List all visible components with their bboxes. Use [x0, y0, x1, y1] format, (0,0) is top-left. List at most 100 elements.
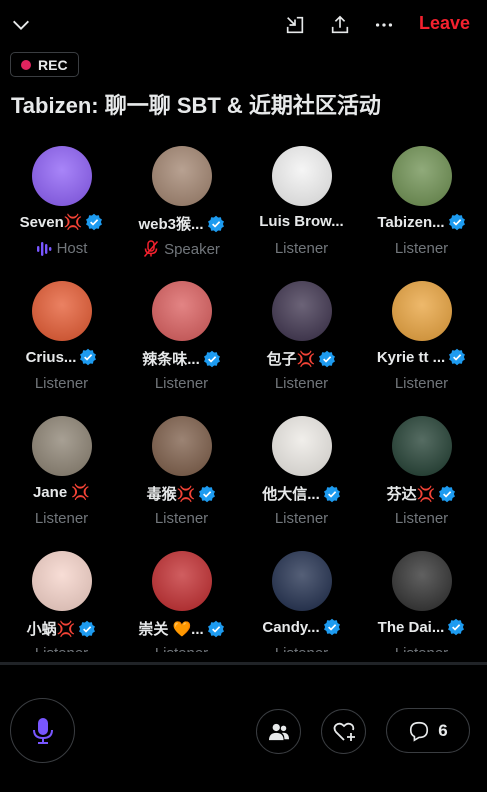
chevron-down-icon[interactable]	[8, 12, 34, 38]
participant-tile[interactable]: Kyrie tt ... Listener	[361, 277, 482, 412]
participant-role-row: Host	[1, 240, 122, 257]
participant-role: Listener	[34, 375, 89, 392]
participant-tile[interactable]: The Dai... Listener	[361, 547, 482, 652]
participant-tile[interactable]: 包子💢 Listener	[241, 277, 362, 412]
participant-tile[interactable]: 毒猴💢 Listener	[121, 412, 242, 547]
participant-role: Speaker	[164, 240, 220, 258]
participant-role: Listener	[35, 645, 88, 652]
verified-icon	[439, 485, 456, 502]
participant-tile[interactable]: 他大信... Listener	[241, 412, 362, 547]
share-icon[interactable]	[327, 12, 353, 38]
participant-tile[interactable]: 小蜗💢 Listener	[1, 547, 122, 652]
mic-icon	[32, 717, 53, 744]
space-title: Tabizen: 聊一聊 SBT & 近期社区活动	[11, 93, 381, 118]
people-button[interactable]	[256, 709, 301, 754]
verified-icon	[323, 485, 340, 502]
participant-tile[interactable]: Crius... Listener	[1, 277, 122, 412]
participant-role-row: Listener	[361, 645, 482, 652]
reaction-button[interactable]	[321, 709, 366, 754]
participant-role-row: Listener	[121, 510, 242, 527]
avatar[interactable]	[152, 281, 212, 341]
participant-role-row: Listener	[121, 645, 242, 652]
participant-role-row: Listener	[1, 645, 122, 652]
avatar[interactable]	[272, 146, 332, 206]
avatar[interactable]	[32, 146, 92, 206]
participant-name: 辣条味...	[142, 351, 200, 368]
avatar[interactable]	[32, 281, 92, 341]
participant-name-row: 包子💢	[241, 348, 362, 369]
participant-name-row: 小蜗💢	[1, 618, 122, 639]
participant-role: Listener	[394, 375, 449, 392]
leave-button[interactable]: Leave	[419, 13, 470, 34]
participant-tile[interactable]: 辣条味... Listener	[121, 277, 242, 412]
mic-button[interactable]	[10, 698, 75, 763]
participant-role-row: Listener	[361, 375, 482, 392]
participant-name: Kyrie tt ...	[376, 348, 446, 366]
avatar[interactable]	[152, 416, 212, 476]
participant-tile[interactable]: Luis Brow... Listener	[241, 142, 362, 277]
participant-name: Candy...	[262, 618, 320, 636]
verified-icon	[207, 620, 224, 637]
participant-tile[interactable]: 芬达💢 Listener	[361, 412, 482, 547]
participant-tile[interactable]: web3猴... Speaker	[121, 142, 242, 277]
verified-icon	[323, 618, 340, 636]
comment-count: 6	[438, 720, 448, 740]
verified-icon	[79, 620, 96, 637]
participant-name: 小蜗💢	[26, 621, 76, 638]
avatar[interactable]	[272, 416, 332, 476]
participant-name-row: 芬达💢	[361, 483, 482, 504]
avatar[interactable]	[32, 551, 92, 611]
avatar[interactable]	[272, 281, 332, 341]
participant-name: 崇关 🧡...	[138, 621, 204, 638]
minimize-icon[interactable]	[282, 12, 308, 38]
participant-name: web3猴...	[138, 216, 204, 233]
comments-button[interactable]: 6	[386, 708, 470, 753]
participant-tile[interactable]: Candy... Listener	[241, 547, 362, 652]
participant-name: 他大信...	[262, 486, 320, 503]
participant-name: The Dai...	[377, 618, 445, 636]
verified-icon	[199, 485, 216, 502]
avatar[interactable]	[392, 551, 452, 611]
participant-role: Listener	[154, 510, 209, 527]
participant-name: Jane 💢	[32, 484, 91, 501]
participant-role-row: Listener	[121, 375, 242, 392]
participant-role: Listener	[274, 510, 329, 527]
participant-role: Listener	[394, 510, 449, 527]
verified-icon	[449, 348, 466, 366]
avatar[interactable]	[32, 416, 92, 476]
participant-name-row: Seven💢	[1, 213, 122, 231]
participant-name: Luis Brow...	[259, 213, 344, 230]
rec-badge: REC	[10, 52, 79, 77]
participant-role-row: Listener	[361, 510, 482, 527]
verified-icon	[80, 348, 97, 366]
avatar[interactable]	[392, 416, 452, 476]
verified-icon	[207, 215, 224, 232]
avatar[interactable]	[392, 281, 452, 341]
participant-role-row: Listener	[241, 375, 362, 392]
participant-tile[interactable]: Seven💢 Host	[1, 142, 122, 277]
participant-name-row: Candy...	[241, 618, 362, 636]
participant-tile[interactable]: 崇关 🧡... Listener	[121, 547, 242, 652]
participant-name: Tabizen...	[377, 213, 445, 231]
participant-name: Crius...	[25, 348, 77, 366]
rec-label: REC	[38, 56, 68, 73]
footer-divider	[0, 662, 487, 665]
participant-role-row: Listener	[1, 375, 122, 392]
avatar[interactable]	[152, 551, 212, 611]
avatar[interactable]	[392, 146, 452, 206]
participant-name-row: Kyrie tt ...	[361, 348, 482, 366]
more-icon[interactable]	[371, 12, 397, 38]
participant-tile[interactable]: Jane 💢 Listener	[1, 412, 122, 547]
participant-tile[interactable]: Tabizen... Listener	[361, 142, 482, 277]
participant-name-row: Jane 💢	[1, 483, 122, 501]
participant-role: Listener	[274, 375, 329, 392]
avatar[interactable]	[152, 146, 212, 206]
avatar[interactable]	[272, 551, 332, 611]
participant-name-row: 他大信...	[241, 483, 362, 504]
participant-name-row: Crius...	[1, 348, 122, 366]
participant-role-row: Listener	[241, 645, 362, 652]
verified-icon	[203, 350, 220, 367]
participant-role: Listener	[395, 645, 448, 652]
mic-muted-icon	[143, 240, 159, 257]
comment-icon	[410, 721, 429, 742]
